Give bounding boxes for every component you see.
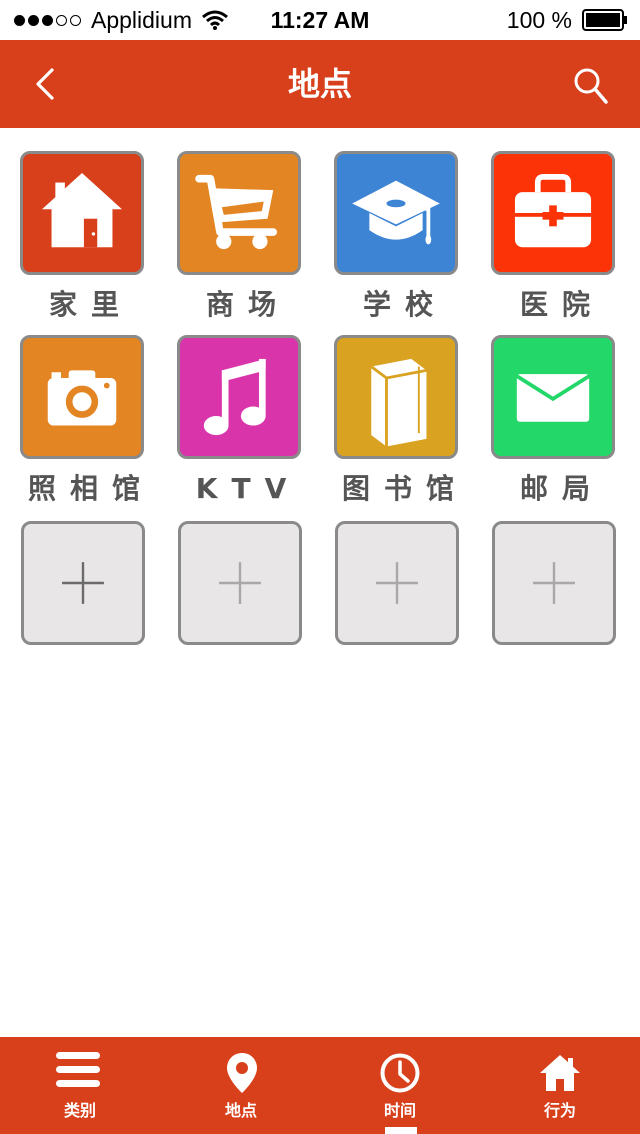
shopping-cart-icon [195, 174, 278, 250]
book-icon [370, 358, 427, 447]
place-label: 家里 [48, 288, 133, 321]
place-tile-post-office[interactable] [491, 335, 615, 459]
tab-bar: 类别 地点 时间 行为 [0, 1037, 640, 1134]
tab-location[interactable]: 地点 [160, 1037, 320, 1134]
add-place-button[interactable] [492, 521, 616, 645]
search-icon[interactable] [572, 66, 610, 106]
place-tile-library[interactable] [334, 335, 458, 459]
plus-icon [533, 562, 575, 604]
place-label: 邮局 [519, 472, 604, 505]
plus-icon [62, 562, 104, 604]
navigation-bar: 地点 [0, 40, 640, 128]
tab-behavior[interactable]: 行为 [480, 1037, 640, 1134]
status-right: 100 % [507, 0, 628, 40]
plus-icon [219, 562, 261, 604]
place-tile-hospital[interactable] [491, 151, 615, 275]
place-label: 学校 [362, 288, 447, 321]
place-tile-school[interactable] [334, 151, 458, 275]
add-place-button[interactable] [178, 521, 302, 645]
tab-label: 行为 [543, 1101, 576, 1120]
tab-category[interactable]: 类别 [0, 1037, 160, 1134]
place-label: KTV [195, 472, 301, 505]
add-place-button[interactable] [335, 521, 459, 645]
place-tile-ktv[interactable] [177, 335, 301, 459]
home-icon [540, 1055, 580, 1091]
battery-icon [582, 9, 627, 31]
status-bar: Applidium 11:27 AM 100 % [0, 0, 640, 40]
clock-icon [380, 1053, 420, 1093]
tab-label: 类别 [63, 1101, 96, 1120]
camera-icon [47, 370, 117, 426]
battery-percentage: 100 % [506, 7, 572, 33]
tab-label: 时间 [383, 1101, 416, 1120]
page-title: 地点 [287, 65, 352, 103]
add-place-button[interactable] [21, 521, 145, 645]
place-label: 商场 [205, 288, 290, 321]
menu-icon [56, 1052, 100, 1087]
place-tile-mall[interactable] [177, 151, 301, 275]
place-tile-home[interactable] [20, 151, 144, 275]
place-label: 图书馆 [341, 472, 468, 505]
plus-icon [376, 562, 418, 604]
place-label: 照相馆 [27, 472, 154, 505]
active-tab-indicator [385, 1127, 417, 1134]
tab-label: 地点 [224, 1101, 257, 1120]
music-note-icon [203, 358, 266, 436]
tab-time[interactable]: 时间 [320, 1037, 480, 1134]
house-icon [42, 173, 122, 248]
graduation-cap-icon [352, 180, 440, 245]
location-pin-icon [227, 1053, 257, 1093]
screen: Applidium 11:27 AM 100 % 地点 家里 商场 学校 医院 … [0, 0, 640, 1134]
place-label: 医院 [519, 288, 604, 321]
envelope-icon [515, 374, 591, 422]
first-aid-kit-icon [514, 173, 592, 248]
place-tile-photo-studio[interactable] [20, 335, 144, 459]
